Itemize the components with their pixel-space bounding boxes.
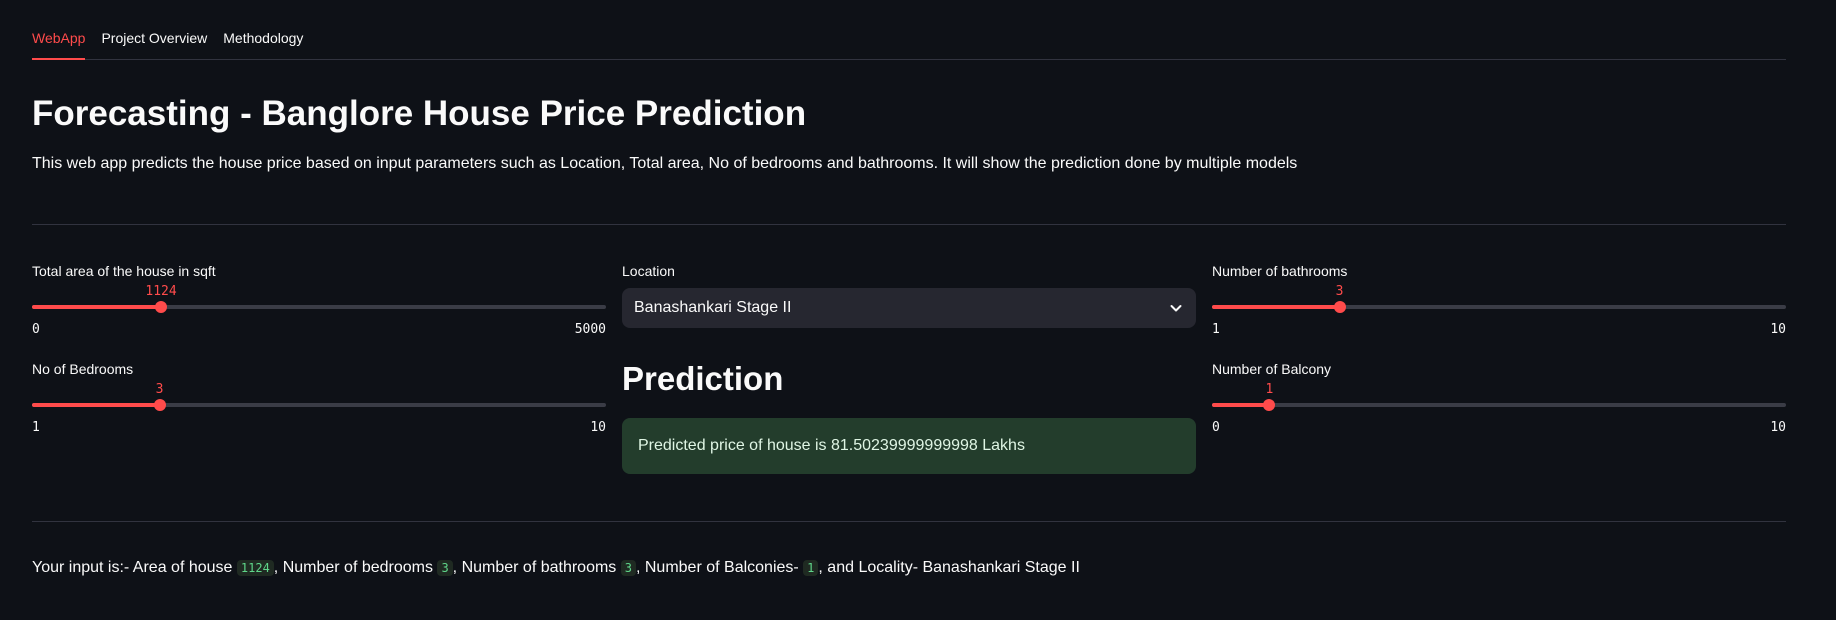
balcony-slider[interactable]: Number of Balcony 1 0 10	[1212, 360, 1786, 435]
page-title: Forecasting - Banglore House Price Predi…	[32, 94, 807, 133]
tab-methodology[interactable]: Methodology	[223, 28, 303, 59]
tab-project-overview[interactable]: Project Overview	[101, 28, 207, 59]
bedrooms-slider-value: 3	[155, 382, 164, 397]
area-slider-min: 0	[32, 322, 40, 337]
balcony-slider-thumb[interactable]	[1263, 399, 1276, 411]
location-select[interactable]: Banashankari Stage II	[622, 288, 1196, 328]
area-slider-range: 0 5000	[32, 322, 606, 337]
bathrooms-slider[interactable]: Number of bathrooms 3 1 10	[1212, 262, 1786, 337]
bedrooms-slider-track-area[interactable]: 3	[32, 378, 606, 418]
area-slider-track-area[interactable]: 1124	[32, 280, 606, 320]
balcony-slider-track-area[interactable]: 1	[1212, 378, 1786, 418]
summary-bedrooms-text: , Number of bedrooms	[273, 559, 433, 576]
balcony-slider-fill	[1212, 403, 1270, 407]
balcony-slider-range: 0 10	[1212, 420, 1786, 435]
balcony-slider-value: 1	[1265, 382, 1274, 397]
summary-bathrooms-code: 3	[620, 560, 636, 576]
prediction-result-box: Predicted price of house is 81.502399999…	[622, 418, 1196, 474]
summary-balconies-code: 1	[803, 560, 819, 576]
bedrooms-slider-fill	[32, 403, 160, 407]
summary-bathrooms-text: , Number of bathrooms	[452, 559, 617, 576]
bedrooms-slider-label: No of Bedrooms	[32, 361, 134, 377]
page-description: This web app predicts the house price ba…	[32, 155, 1298, 172]
balcony-slider-min: 0	[1212, 420, 1220, 435]
area-slider-max: 5000	[574, 322, 606, 337]
app-page: WebApp Project Overview Methodology Fore…	[0, 0, 1836, 620]
bedrooms-slider-max: 10	[590, 420, 606, 435]
balcony-slider-label: Number of Balcony	[1212, 361, 1332, 377]
bathrooms-slider-thumb[interactable]	[1333, 301, 1346, 313]
prediction-heading: Prediction	[622, 360, 784, 397]
divider-top	[32, 224, 1786, 225]
summary-prefix: Your input is:- Area of house	[32, 559, 233, 576]
tab-webapp[interactable]: WebApp	[32, 28, 86, 60]
summary-area-code: 1124	[236, 560, 274, 576]
bedrooms-slider-min: 1	[32, 420, 40, 435]
location-select-block: Location Banashankari Stage II	[622, 262, 1196, 328]
location-label: Location	[622, 263, 675, 279]
bedrooms-slider[interactable]: No of Bedrooms 3 1 10	[32, 360, 606, 435]
area-slider-fill	[32, 305, 162, 309]
area-slider-value: 1124	[145, 284, 177, 299]
bedrooms-slider-range: 1 10	[32, 420, 606, 435]
divider-bottom	[32, 521, 1786, 522]
balcony-slider-track[interactable]	[1212, 403, 1786, 407]
bathrooms-slider-label: Number of bathrooms	[1212, 263, 1348, 279]
bathrooms-slider-fill	[1212, 305, 1340, 309]
area-slider[interactable]: Total area of the house in sqft 1124 0 5…	[32, 262, 606, 337]
bathrooms-slider-track-area[interactable]: 3	[1212, 280, 1786, 320]
bathrooms-slider-max: 10	[1770, 322, 1786, 337]
area-slider-thumb[interactable]	[155, 301, 168, 313]
summary-bedrooms-code: 3	[437, 560, 453, 576]
bathrooms-slider-value: 3	[1335, 284, 1344, 299]
chevron-down-icon[interactable]	[1168, 300, 1184, 316]
prediction-result-text: Predicted price of house is 81.502399999…	[638, 437, 1025, 454]
summary-locality-text: , and Locality- Banashankari Stage II	[818, 559, 1080, 576]
bathrooms-slider-range: 1 10	[1212, 322, 1786, 337]
balcony-slider-max: 10	[1770, 420, 1786, 435]
tab-bar: WebApp Project Overview Methodology	[32, 28, 1786, 60]
input-summary: Your input is:- Area of house 1124, Numb…	[32, 557, 1080, 579]
bathrooms-slider-min: 1	[1212, 322, 1220, 337]
area-slider-label: Total area of the house in sqft	[32, 263, 216, 279]
bedrooms-slider-thumb[interactable]	[153, 399, 166, 411]
summary-balconies-text: , Number of Balconies-	[635, 559, 799, 576]
location-selected-value: Banashankari Stage II	[634, 299, 792, 316]
